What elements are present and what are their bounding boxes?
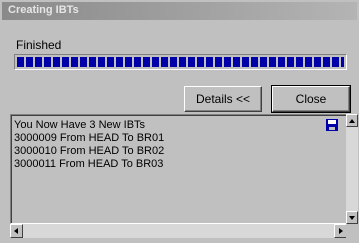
close-button[interactable]: Close: [271, 85, 351, 113]
details-button[interactable]: Details <<: [184, 86, 262, 112]
scroll-left-button[interactable]: [10, 224, 23, 238]
log-line: 3000011 From HEAD To BR03: [14, 158, 164, 170]
creating-ibts-dialog: Creating IBTs Finished Details << Close …: [0, 0, 359, 243]
scroll-up-button[interactable]: [346, 114, 358, 127]
horizontal-scrollbar[interactable]: [10, 224, 347, 238]
results-log[interactable]: You Now Have 3 New IBTs 3000009 From HEA…: [10, 114, 347, 224]
progress-bar: [14, 54, 347, 70]
floppy-disk-icon[interactable]: [326, 119, 338, 131]
scroll-down-button[interactable]: [346, 211, 358, 224]
log-lines: You Now Have 3 New IBTs 3000009 From HEA…: [14, 119, 164, 171]
arrow-right-icon: [339, 228, 343, 234]
log-line: 3000010 From HEAD To BR02: [14, 145, 165, 157]
log-line: 3000009 From HEAD To BR01: [14, 132, 165, 144]
arrow-down-icon: [349, 216, 355, 220]
log-line: You Now Have 3 New IBTs: [14, 119, 146, 131]
arrow-up-icon: [349, 119, 355, 123]
status-text: Finished: [16, 38, 62, 52]
progress-fill: [17, 57, 344, 67]
arrow-left-icon: [14, 228, 18, 234]
title-bar[interactable]: Creating IBTs: [2, 2, 357, 20]
scrollbar-corner: [346, 224, 358, 238]
vertical-scrollbar[interactable]: [346, 114, 358, 224]
window-title: Creating IBTs: [8, 4, 79, 16]
